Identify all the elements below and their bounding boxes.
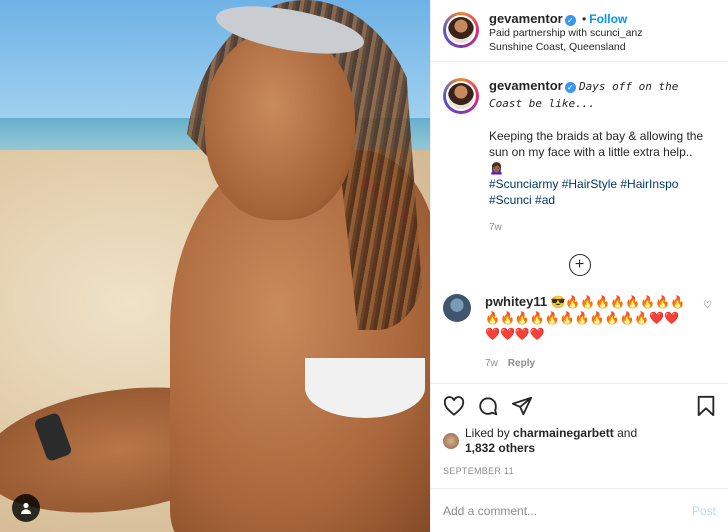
action-icons [443,392,716,420]
verified-badge-icon: ✓ [564,15,576,26]
plus-circle-icon[interactable]: + [568,254,591,276]
likes-and: and [617,426,638,440]
commenter-avatar[interactable] [443,294,471,322]
location-link[interactable]: Sunshine Coast, Queensland [489,40,643,54]
reply-button[interactable]: Reply [508,358,535,369]
comment-icon[interactable] [477,395,499,417]
comment-like-heart-icon[interactable]: ♡ [703,300,712,311]
follow-button[interactable]: Follow [589,12,627,26]
add-comment-bar: Post [431,488,728,532]
instagram-post: gevamentor ✓ • Follow Paid partnership wit… [0,0,728,532]
comment-meta: 7w Reply [485,356,685,372]
post-side-panel: gevamentor ✓ • Follow Paid partnership wit… [430,0,728,532]
post-date[interactable]: SEPTEMBER 11 [443,466,716,476]
user-tag-icon[interactable] [12,494,40,522]
caption-body: gevamentor ✓ Days off on the Coast be lik… [489,78,709,236]
liker-avatar[interactable] [443,433,459,449]
post-actions: Liked by charmainegarbett and 1,832 othe… [431,383,728,476]
comments-area: gevamentor ✓ Days off on the Coast be lik… [431,62,728,383]
comment-item: pwhitey11 😎🔥🔥🔥🔥🔥🔥🔥🔥🔥🔥🔥🔥🔥🔥🔥🔥🔥🔥🔥❤️❤️❤️❤️❤️… [443,294,716,372]
avatar [446,15,476,45]
likes-prefix: Liked by [465,426,510,440]
likes-summary: Liked by charmainegarbett and 1,832 othe… [443,426,716,456]
caption-text: Keeping the braids at bay & allowing the… [489,129,704,175]
comment-input[interactable] [443,503,663,518]
likes-text: Liked by charmainegarbett and 1,832 othe… [465,426,637,456]
photo-face [205,30,355,220]
header-text: gevamentor ✓ • Follow Paid partnership wit… [489,12,643,54]
partnership-prefix: Paid partnership with [489,27,588,39]
heart-icon[interactable] [443,396,465,416]
separator-dot: • [582,12,587,26]
caption-time[interactable]: 7w [489,220,709,236]
author-avatar[interactable] [443,12,479,48]
paper-plane-icon[interactable] [511,395,533,417]
partner-link[interactable]: scunci_anz [590,27,643,39]
caption: gevamentor ✓ Days off on the Coast be lik… [443,78,716,236]
caption-hashtags[interactable]: #Scunciarmy #HairStyle #HairInspo #Scunc… [489,176,709,208]
avatar [446,81,476,111]
bookmark-icon[interactable] [696,395,716,417]
post-photo[interactable] [0,0,430,532]
post-header: gevamentor ✓ • Follow Paid partnership wit… [431,0,728,62]
likes-count-link[interactable]: 1,832 others [465,441,535,455]
post-comment-button[interactable]: Post [692,504,716,518]
caption-username[interactable]: gevamentor [489,78,563,93]
photo-bikini-top [305,358,425,418]
comment-time[interactable]: 7w [485,358,498,369]
author-username[interactable]: gevamentor [489,11,563,26]
caption-avatar[interactable] [443,78,479,114]
comment-body: pwhitey11 😎🔥🔥🔥🔥🔥🔥🔥🔥🔥🔥🔥🔥🔥🔥🔥🔥🔥🔥🔥❤️❤️❤️❤️❤️… [485,294,685,372]
liker-username[interactable]: charmainegarbett [513,426,614,440]
partnership-line: Paid partnership with scunci_anz [489,26,643,40]
commenter-username[interactable]: pwhitey11 [485,294,547,309]
verified-badge-icon: ✓ [564,82,576,93]
